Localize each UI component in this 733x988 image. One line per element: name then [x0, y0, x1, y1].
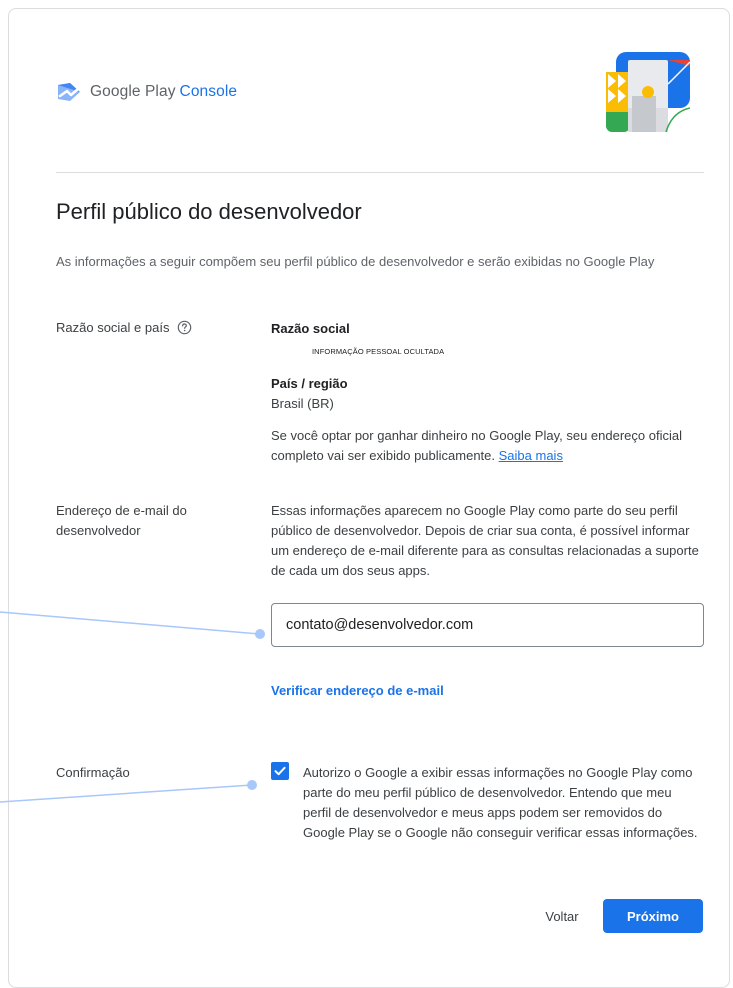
- country-value: Brasil (BR): [271, 396, 334, 411]
- confirmation-checkbox[interactable]: [271, 762, 289, 780]
- page-intro: As informações a seguir compõem seu perf…: [56, 254, 655, 269]
- company-name-value: INFORMAÇÃO PESSOAL OCULTADA: [312, 347, 445, 356]
- country-heading: País / região: [271, 376, 348, 391]
- header-illustration: [606, 52, 690, 132]
- brand-google-play: Google Play: [90, 83, 176, 100]
- email-description: Essas informações aparecem no Google Pla…: [271, 503, 699, 578]
- header-divider: [56, 172, 704, 173]
- help-circle-icon[interactable]: [177, 320, 192, 335]
- learn-more-link[interactable]: Saiba mais: [499, 448, 563, 463]
- address-notice: Se você optar por ganhar dinheiro no Goo…: [271, 426, 701, 466]
- company-name-heading: Razão social: [271, 321, 350, 336]
- play-console-logo-icon: [58, 83, 80, 101]
- back-button[interactable]: Voltar: [532, 899, 592, 933]
- legal-section-label: Razão social e país: [56, 318, 192, 338]
- next-button[interactable]: Próximo: [603, 899, 703, 933]
- address-notice-text: Se você optar por ganhar dinheiro no Goo…: [271, 428, 682, 463]
- brand-name: Google Play Console: [90, 83, 237, 101]
- confirmation-text: Autorizo o Google a exibir essas informa…: [303, 765, 698, 840]
- checkmark-icon: [274, 766, 286, 776]
- confirmation-label: Confirmação: [56, 765, 130, 780]
- legal-section-label-text: Razão social e país: [56, 320, 170, 335]
- verify-email-link[interactable]: Verificar endereço de e-mail: [271, 683, 444, 698]
- play-console-logo: Google Play Console: [56, 82, 237, 102]
- page-title: Perfil público do desenvolvedor: [56, 199, 362, 224]
- email-section-label: Endereço de e-mail do desenvolvedor: [56, 503, 187, 538]
- brand-console: Console: [179, 83, 238, 100]
- developer-email-field[interactable]: [271, 603, 704, 647]
